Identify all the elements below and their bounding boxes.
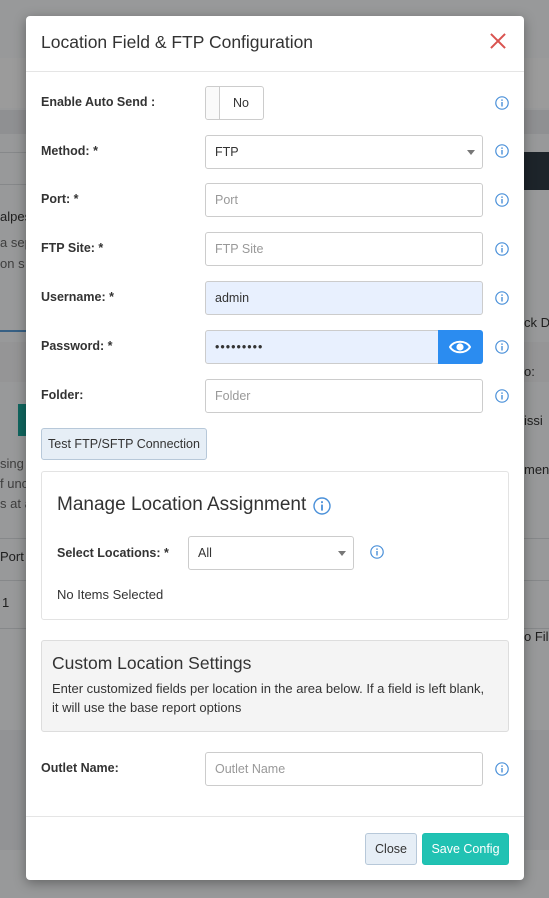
show-password-button[interactable] bbox=[438, 330, 483, 364]
info-icon[interactable] bbox=[313, 497, 331, 515]
info-icon[interactable] bbox=[495, 291, 509, 305]
method-label: Method: * bbox=[41, 144, 98, 158]
info-icon[interactable] bbox=[495, 389, 509, 403]
outlet-name-label: Outlet Name: bbox=[41, 761, 119, 775]
method-select[interactable]: FTP bbox=[205, 135, 483, 169]
select-locations-value: All bbox=[198, 546, 212, 560]
modal-header: Location Field & FTP Configuration bbox=[26, 16, 524, 72]
ftp-site-input[interactable]: FTP Site bbox=[205, 232, 483, 266]
info-icon[interactable] bbox=[495, 144, 509, 158]
custom-settings-title: Custom Location Settings bbox=[52, 653, 252, 673]
caret-down-icon bbox=[338, 551, 346, 556]
ftp-site-label: FTP Site: * bbox=[41, 241, 104, 255]
folder-label: Folder: bbox=[41, 388, 84, 402]
modal-footer: Close Save Config bbox=[26, 816, 524, 881]
eye-icon bbox=[449, 340, 471, 354]
close-icon[interactable] bbox=[486, 29, 510, 53]
password-group: ••••••••• bbox=[205, 330, 483, 364]
info-icon[interactable] bbox=[370, 545, 384, 559]
caret-down-icon bbox=[467, 150, 475, 155]
assignment-title: Manage Location Assignment bbox=[57, 494, 307, 515]
folder-input[interactable]: Folder bbox=[205, 379, 483, 413]
custom-settings-description: Enter customized fields per location in … bbox=[52, 681, 485, 715]
info-icon[interactable] bbox=[495, 762, 509, 776]
info-icon[interactable] bbox=[495, 340, 509, 354]
select-locations-dropdown[interactable]: All bbox=[188, 536, 354, 570]
custom-location-settings: Custom Location Settings Enter customize… bbox=[41, 640, 509, 732]
port-label: Port: * bbox=[41, 192, 79, 206]
auto-send-toggle[interactable]: No bbox=[205, 86, 264, 120]
save-config-button[interactable]: Save Config bbox=[422, 833, 509, 865]
empty-selection-text: No Items Selected bbox=[57, 587, 164, 602]
modal-title: Location Field & FTP Configuration bbox=[41, 32, 314, 52]
select-locations-label: Select Locations: * bbox=[57, 546, 169, 560]
username-input[interactable]: admin bbox=[205, 281, 483, 315]
outlet-name-input[interactable]: Outlet Name bbox=[205, 752, 483, 786]
port-input[interactable]: Port bbox=[205, 183, 483, 217]
info-icon[interactable] bbox=[495, 96, 509, 110]
toggle-knob bbox=[206, 87, 220, 119]
ftp-config-modal: Location Field & FTP Configuration Enabl… bbox=[26, 16, 524, 880]
auto-send-label: Enable Auto Send : bbox=[41, 95, 156, 109]
info-icon[interactable] bbox=[495, 242, 509, 256]
password-input[interactable]: ••••••••• bbox=[205, 330, 439, 364]
method-value: FTP bbox=[215, 145, 239, 159]
toggle-value: No bbox=[233, 96, 249, 110]
close-button[interactable]: Close bbox=[365, 833, 417, 865]
username-label: Username: * bbox=[41, 290, 114, 304]
info-icon[interactable] bbox=[495, 193, 509, 207]
location-assignment-panel: Manage Location Assignment Select Locati… bbox=[41, 471, 509, 620]
password-label: Password: * bbox=[41, 339, 113, 353]
test-connection-button[interactable]: Test FTP/SFTP Connection bbox=[41, 428, 207, 460]
